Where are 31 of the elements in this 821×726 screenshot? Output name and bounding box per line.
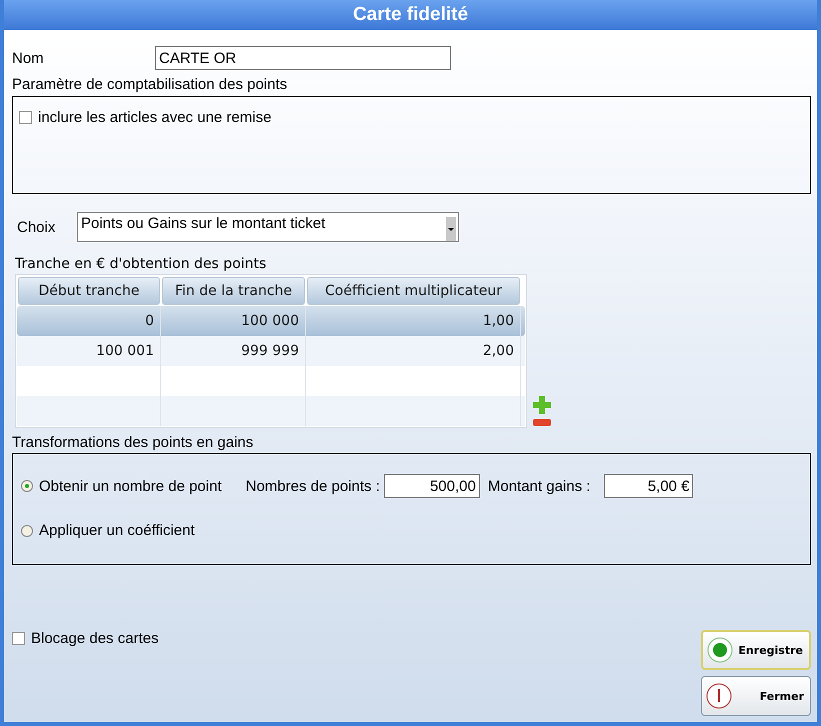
points-field[interactable]: 500,00	[384, 474, 480, 498]
column-header[interactable]: Fin de la tranche	[162, 277, 305, 305]
points-label: Nombres de points :	[246, 478, 380, 494]
column-header[interactable]: Début tranche	[18, 277, 160, 305]
column-header[interactable]: Coéfficient multiplicateur	[307, 277, 520, 305]
add-icon[interactable]	[533, 396, 551, 414]
radio-label: Obtenir un nombre de point	[39, 478, 222, 494]
table-row[interactable]: 0 100 000 1,00	[17, 306, 525, 336]
power-icon	[706, 683, 732, 709]
checkbox[interactable]	[19, 111, 32, 124]
choice-label: Choix	[17, 218, 56, 236]
table-row[interactable]: 100 001 999 999 2,00	[17, 336, 525, 366]
section-title: Transformations des points en gains	[12, 434, 254, 451]
window-title: Carte fidelité	[352, 4, 468, 26]
name-label: Nom	[12, 50, 45, 66]
checkbox-label: Blocage des cartes	[31, 630, 159, 647]
checkbox-label: inclure les articles avec une remise	[38, 109, 272, 126]
radio-label: Appliquer un coéfficient	[39, 522, 195, 539]
section-title: Paramètre de comptabilisation des points	[12, 76, 288, 93]
radio-button[interactable]	[21, 480, 33, 492]
radio-button[interactable]	[21, 524, 33, 536]
name-field[interactable]: CARTE OR	[155, 46, 451, 70]
section-title: Tranche en € d'obtention des points	[14, 256, 266, 272]
checkbox[interactable]	[12, 632, 25, 645]
gains-label: Montant gains :	[488, 478, 590, 494]
remove-icon[interactable]	[533, 419, 551, 426]
save-button[interactable]: Enregistre	[701, 630, 811, 670]
choice-dropdown[interactable]: Points ou Gains sur le montant ticket	[77, 212, 459, 242]
record-icon	[707, 637, 733, 663]
close-button[interactable]: Fermer	[701, 676, 811, 716]
gains-field[interactable]: 5,00 €	[604, 474, 694, 498]
